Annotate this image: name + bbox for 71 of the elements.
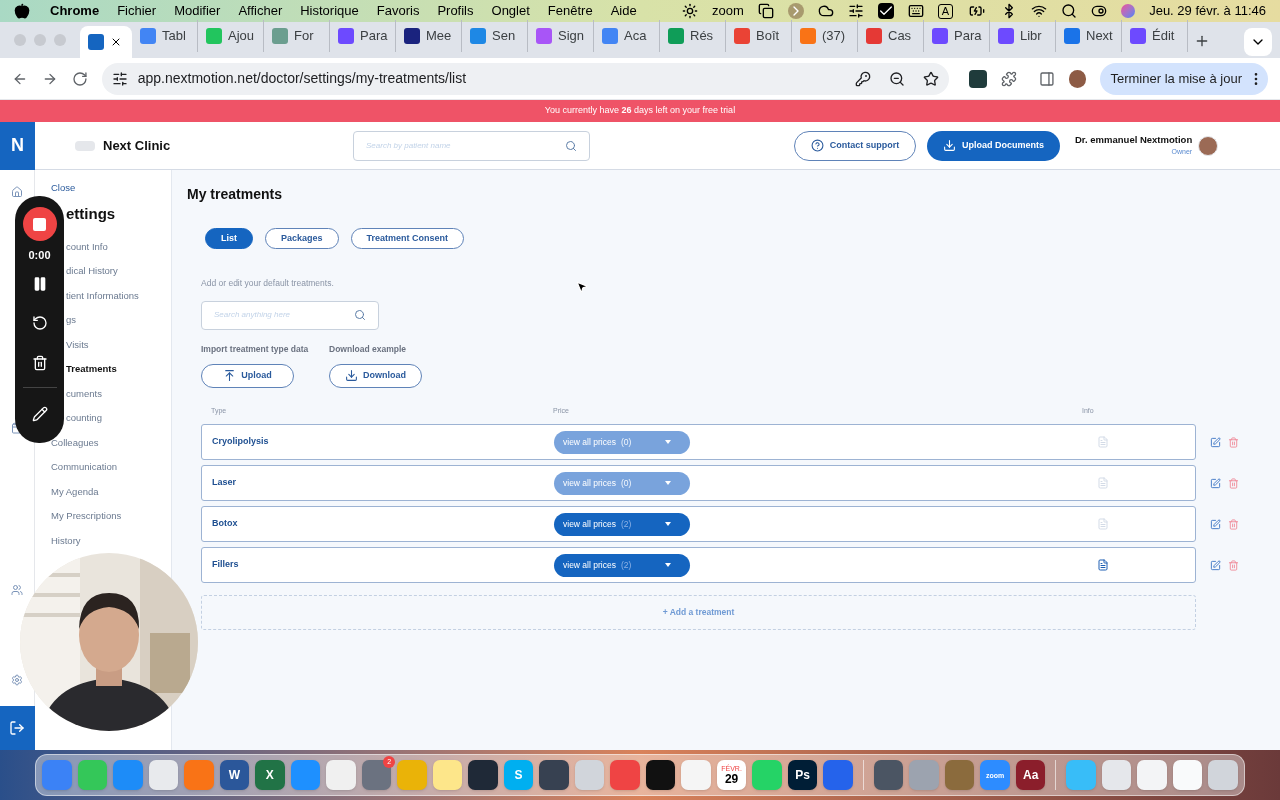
app-logo[interactable]: N bbox=[0, 121, 35, 170]
browser-tab[interactable]: Libr bbox=[990, 20, 1056, 52]
browser-tab[interactable]: Boît bbox=[726, 20, 792, 52]
browser-tab[interactable]: Next bbox=[1056, 20, 1122, 52]
settings-menu-item[interactable]: gs bbox=[66, 313, 77, 328]
close-link[interactable]: Close bbox=[51, 181, 76, 196]
browser-tab[interactable]: Aca bbox=[594, 20, 660, 52]
browser-tab[interactable]: Tabl bbox=[132, 20, 198, 52]
settings-menu-item[interactable]: Colleagues bbox=[51, 435, 99, 450]
menu-item[interactable]: Afficher bbox=[238, 1, 283, 21]
status-label[interactable]: zoom bbox=[712, 1, 744, 21]
treatment-name: Laser bbox=[212, 476, 238, 490]
page-title: My treatments bbox=[187, 185, 283, 204]
browser-tab[interactable]: Rés bbox=[660, 20, 726, 52]
browser-tab[interactable]: Para bbox=[924, 20, 990, 52]
settings-menu-item[interactable]: My Prescriptions bbox=[51, 509, 122, 524]
settings-menu-item[interactable]: My Agenda bbox=[51, 484, 99, 499]
browser-tab[interactable]: Mee bbox=[396, 20, 462, 52]
browser-tab[interactable]: Para bbox=[330, 20, 396, 52]
dock-app-icon[interactable]: W bbox=[219, 760, 250, 790]
menu-item[interactable]: Historique bbox=[300, 1, 359, 21]
browser-tab[interactable]: Sign bbox=[528, 20, 594, 52]
browser-tab[interactable]: Cas bbox=[858, 20, 924, 52]
dock-app-icon[interactable]: Ps bbox=[787, 760, 818, 790]
settings-menu-item[interactable]: tient Informations bbox=[66, 288, 139, 303]
settings-menu-item[interactable]: counting bbox=[66, 411, 102, 426]
browser-tab[interactable]: For bbox=[264, 20, 330, 52]
import-label: Import treatment type data bbox=[201, 342, 310, 356]
browser-tab[interactable]: Sen bbox=[462, 20, 528, 52]
recording-timer: 0:00 bbox=[28, 248, 51, 263]
settings-menu-item[interactable]: History bbox=[51, 533, 81, 548]
trial-banner: You currently have 26 days left on your free trial bbox=[0, 100, 1280, 122]
tab[interactable]: Packages bbox=[265, 228, 339, 249]
update-button[interactable]: Terminer la mise à jour bbox=[1100, 62, 1268, 95]
settings-menu-item[interactable]: Communication bbox=[51, 460, 117, 475]
clock-text[interactable]: Jeu. 29 févr. à 11:46 bbox=[1149, 1, 1266, 21]
menu-item[interactable]: Chrome bbox=[50, 1, 100, 21]
price-dropdown[interactable]: view all prices (2) bbox=[554, 553, 690, 577]
menu-item[interactable]: Modifier bbox=[174, 1, 221, 21]
settings-title: ettings bbox=[66, 204, 116, 225]
dock-app-icon[interactable]: Aa bbox=[1015, 760, 1046, 790]
user-name: Dr. emmanuel Nextmotion bbox=[1075, 133, 1193, 148]
menu-item[interactable]: Fichier bbox=[117, 1, 157, 21]
browser-tab[interactable]: Ajou bbox=[198, 20, 264, 52]
menu-item[interactable]: Favoris bbox=[376, 1, 420, 21]
browser-tab[interactable]: Édit bbox=[1122, 20, 1188, 52]
clinic-name: Next Clinic bbox=[103, 136, 172, 155]
upload-documents-button[interactable]: Upload Documents bbox=[927, 130, 1060, 161]
settings-menu-item[interactable]: Treatments bbox=[66, 362, 117, 377]
download-label: Download example bbox=[329, 342, 407, 356]
settings-menu-item[interactable]: Visits bbox=[66, 337, 89, 352]
dock-app-icon[interactable]: X bbox=[255, 760, 285, 790]
tab[interactable]: Treatment Consent bbox=[350, 228, 465, 249]
menu-item[interactable]: Onglet bbox=[491, 1, 530, 21]
input-source-label[interactable]: A bbox=[937, 3, 954, 19]
settings-menu-item[interactable]: count Info bbox=[66, 239, 108, 254]
menu-item[interactable]: Fenêtre bbox=[547, 1, 593, 21]
browser-tab[interactable]: (37) bbox=[792, 20, 858, 52]
hint-text: Add or edit your default treatments. bbox=[201, 277, 334, 290]
treatment-name: Fillers bbox=[212, 558, 240, 572]
menu-item[interactable]: Profils bbox=[437, 1, 474, 21]
price-dropdown[interactable]: view all prices (2) bbox=[554, 512, 690, 536]
upload-button[interactable]: Upload bbox=[201, 363, 294, 388]
treatment-name: Botox bbox=[212, 517, 239, 531]
treatment-name: Cryolipolysis bbox=[212, 435, 270, 449]
download-button[interactable]: Download bbox=[329, 363, 422, 388]
settings-menu-item[interactable]: dical History bbox=[66, 264, 118, 279]
menu-item[interactable]: Aide bbox=[610, 1, 637, 21]
settings-menu-item[interactable]: cuments bbox=[66, 386, 102, 401]
tab[interactable]: List bbox=[205, 228, 253, 249]
address-bar[interactable]: app.nextmotion.net/doctor/settings/my-treatments/list bbox=[101, 62, 949, 95]
